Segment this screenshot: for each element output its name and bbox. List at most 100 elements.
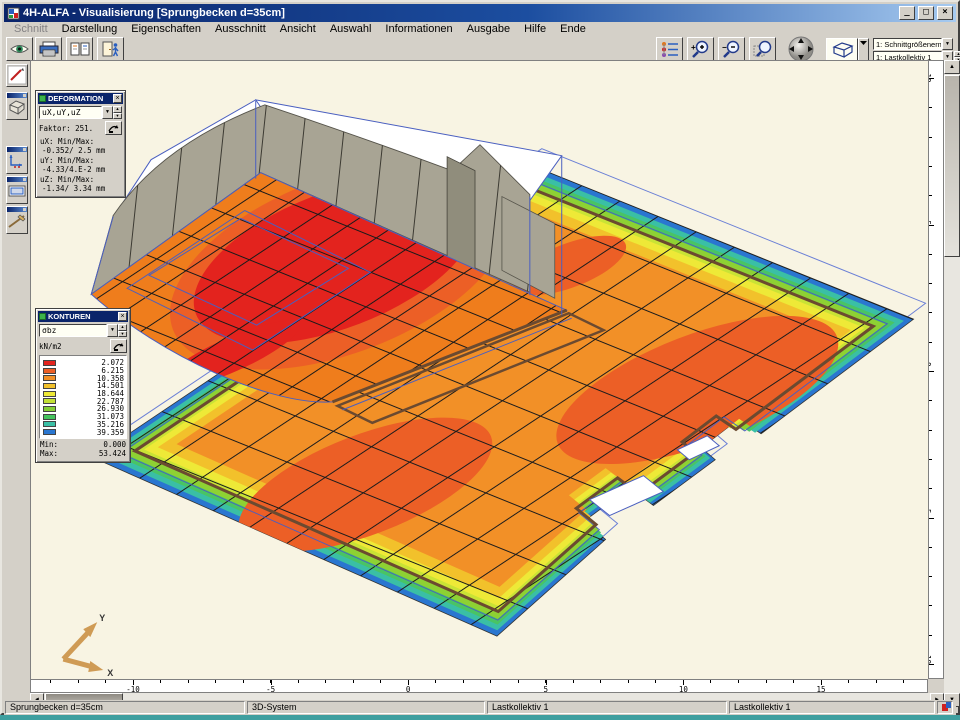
status-bar: Sprungbecken d=35cm3D-SystemLastkollekti… [4,700,956,715]
vertical-scroll-thumb[interactable] [944,75,960,257]
ruler-tick [903,680,904,683]
pan-control[interactable] [782,36,820,62]
ruler-label: -5 [928,216,932,225]
ruler-tick [215,680,216,683]
ruler-tick [929,342,932,343]
konturen-title-bar[interactable]: KONTUREN × [38,311,128,322]
contour-legend: 2.0726.21510.35814.50118.64422.78726.930… [39,355,127,439]
ruler-tick [353,680,354,683]
help-book-button[interactable] [66,37,93,61]
zoom-out-icon: − [722,40,742,58]
ruler-tick [929,605,932,606]
zoom-in-button[interactable]: + [687,37,714,61]
ruler-tick [766,680,767,683]
vertical-scrollbar[interactable]: ▲ ▼ [944,60,960,707]
konturen-spinner[interactable]: ▲ ▼ [118,324,127,337]
spinner-down-icon[interactable]: ▼ [113,113,122,120]
uz-label: uZ: Min/Max: [40,175,121,184]
result-set-combo[interactable]: 1: Schnittgrößenermittlung ▼ [873,38,953,50]
minimize-button[interactable]: _ [899,6,915,20]
ruler-tick [78,680,79,683]
close-button[interactable]: × [937,6,953,20]
eye-icon [9,41,30,57]
pan-icon [785,36,817,62]
deformation-spinner[interactable]: ▲ ▼ [113,106,122,119]
legend-min-row: Min: 0.000 [40,441,126,449]
combo-arrow-icon[interactable]: ▼ [942,38,953,50]
legend-row: 39.359 [43,428,124,436]
menu-item-hilfe[interactable]: Hilfe [517,23,553,35]
legend-swatch [43,406,56,412]
ruler-tick [160,680,161,683]
ruler-tick [929,195,932,196]
tree-list-button[interactable] [656,37,683,61]
plate-palette-button[interactable] [6,176,28,204]
draw-mode-button[interactable] [6,64,28,87]
zoom-window-icon [753,40,773,58]
ruler-tick [243,680,244,683]
legend-value: 6.215 [56,367,124,374]
min-value: 0.000 [103,441,126,449]
menu-item-ausgabe[interactable]: Ausgabe [460,23,517,35]
auto-scale-icon [107,123,120,133]
status-mini-icon [942,702,952,712]
box-3d-icon [7,98,27,116]
ruler-major-tick [929,518,934,519]
close-icon[interactable]: × [118,312,127,321]
menu-item-ansicht[interactable]: Ansicht [273,23,323,35]
book-icon [70,41,90,57]
ruler-tick [105,680,106,683]
system-palette-button[interactable] [6,92,28,120]
ruler-tick [929,254,932,255]
close-icon[interactable]: × [113,94,122,103]
view-3d-button[interactable] [826,38,858,61]
chevron-down-icon [860,41,867,46]
combo-arrow-icon[interactable]: ▼ [107,324,118,337]
cube-3d-icon [830,41,854,58]
ruler-tick [929,576,932,577]
print-button[interactable] [35,37,62,61]
ruler-label: 10 [679,685,688,693]
auto-scale-button[interactable] [105,121,122,135]
ruler-tick [628,680,629,683]
auto-range-button[interactable] [110,339,127,353]
konturen-quantity-combo[interactable]: σbz [39,324,107,337]
title-bar[interactable]: 4H-ALFA - Visualisierung [Sprungbecken d… [4,4,956,22]
scroll-up-icon[interactable]: ▲ [944,60,960,74]
konturen-combo-row: σbz ▼ ▲ ▼ [39,324,127,337]
deformation-title-bar[interactable]: DEFORMATION × [38,93,123,104]
ruler-tick [738,680,739,683]
menu-item-informationen[interactable]: Informationen [378,23,459,35]
deformation-combo-row: uX,uY,uZ ▼ ▲ ▼ [39,106,122,119]
deformation-component-combo[interactable]: uX,uY,uZ [39,106,102,119]
legend-swatch [43,398,56,404]
slope-palette-button[interactable] [6,206,28,234]
ruler-tick [50,680,51,683]
scene-3d: Y X [31,61,927,678]
spinner-down-icon[interactable]: ▼ [118,331,127,338]
menu-item-darstellung[interactable]: Darstellung [55,23,125,35]
view-3d-dropdown[interactable] [858,38,869,61]
ruler-tick [848,680,849,683]
zoom-window-button[interactable] [749,37,776,61]
axes-palette-button[interactable] [6,146,28,174]
status-panel: Lastkollektiv 1 [729,701,935,714]
exit-button[interactable] [97,37,124,61]
maximize-button[interactable]: □ [918,6,934,20]
ruler-tick [573,680,574,683]
ruler-tick [380,680,381,683]
zoom-out-button[interactable]: − [718,37,745,61]
ruler-label: -10 [126,685,140,693]
window-title: 4H-ALFA - Visualisierung [Sprungbecken d… [23,7,896,19]
status-icon [937,701,953,714]
menu-item-auswahl[interactable]: Auswahl [323,23,379,35]
viewport-3d[interactable]: Y X [30,60,928,679]
ruler-tick [929,166,932,167]
view-properties-button[interactable] [6,37,33,61]
menu-item-ende[interactable]: Ende [553,23,593,35]
menu-item-eigenschaften[interactable]: Eigenschaften [124,23,208,35]
combo-arrow-icon[interactable]: ▼ [102,106,113,119]
ruler-tick [298,680,299,683]
menu-item-ausschnitt[interactable]: Ausschnitt [208,23,273,35]
ruler-tick [188,680,189,683]
